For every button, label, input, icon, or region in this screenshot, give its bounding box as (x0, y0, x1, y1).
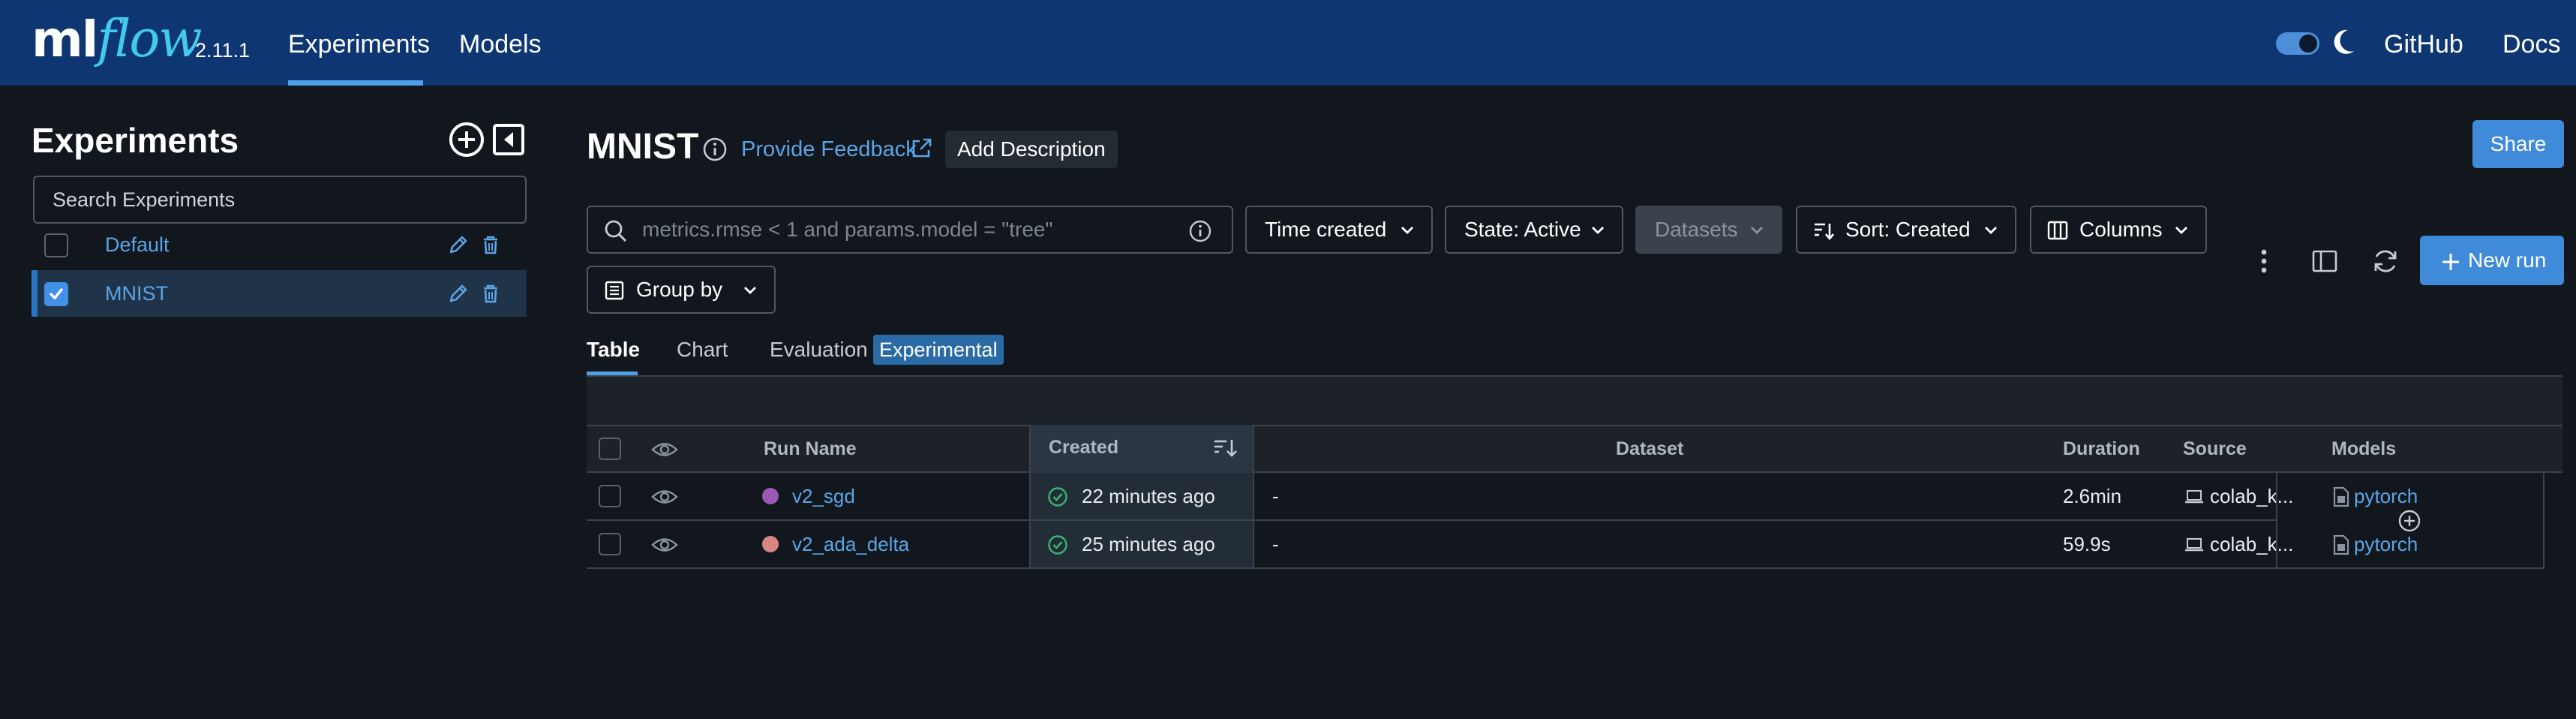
trash-icon[interactable] (480, 233, 501, 256)
table-row[interactable]: v2_sgd 22 minutes ago - 2.6min colab_k..… (587, 473, 2418, 521)
more-options-icon[interactable] (2255, 246, 2273, 276)
table-header-row: Run Name Dataset Duration Source Models (587, 425, 2562, 473)
run-color-dot[interactable] (762, 536, 779, 552)
sort-dropdown[interactable]: Sort: Created (1796, 206, 2016, 254)
duration-cell: 59.9s (2063, 533, 2111, 555)
logo-flow-text: flow (97, 10, 202, 69)
state-dropdown[interactable]: State: Active (1445, 206, 1623, 254)
nav-github[interactable]: GitHub (2384, 0, 2463, 86)
experiment-label[interactable]: Default (105, 221, 170, 268)
nav-experiments[interactable]: Experiments (288, 0, 430, 86)
add-experiment-icon[interactable] (449, 122, 485, 158)
check-circle-icon (1048, 535, 1067, 555)
sort-label: Sort: Created (1845, 218, 1971, 241)
created-header[interactable]: Created (1049, 425, 1118, 470)
dataset-cell: - (1272, 485, 1279, 507)
filter-input[interactable] (642, 207, 1160, 252)
new-run-label: New run (2468, 248, 2547, 272)
chevron-down-icon (1751, 227, 1763, 234)
select-all-checkbox[interactable] (599, 438, 621, 460)
eye-icon[interactable] (651, 535, 678, 555)
eye-icon[interactable] (651, 440, 678, 459)
sidebar-item-mnist[interactable]: MNIST (32, 270, 527, 317)
tab-evaluation[interactable]: Evaluation (770, 330, 868, 375)
search-icon (605, 220, 627, 242)
add-description-button[interactable]: Add Description (945, 131, 1118, 168)
theme-toggle[interactable] (2276, 32, 2319, 55)
laptop-icon (2185, 490, 2203, 504)
check-circle-icon (1048, 487, 1067, 507)
time-created-dropdown[interactable]: Time created (1245, 206, 1433, 254)
run-name-link[interactable]: v2_ada_delta (792, 521, 909, 567)
table-top-strip (587, 375, 2562, 425)
created-cell: 22 minutes ago (1082, 485, 1215, 507)
dataset-cell: - (1272, 533, 1279, 555)
source-header[interactable]: Source (2183, 426, 2247, 471)
run-name-header[interactable]: Run Name (764, 426, 857, 471)
eye-icon[interactable] (651, 487, 678, 507)
nav-docs[interactable]: Docs (2502, 0, 2560, 86)
duration-cell: 2.6min (2063, 485, 2122, 507)
tab-chart[interactable]: Chart (677, 330, 728, 375)
new-run-button[interactable]: New run (2420, 236, 2564, 285)
row-checkbox[interactable] (599, 533, 621, 555)
duration-header[interactable]: Duration (2063, 426, 2140, 471)
chevron-down-icon (1592, 227, 1604, 234)
page-title: MNIST (587, 127, 699, 167)
row-checkbox[interactable] (599, 485, 621, 507)
pencil-icon[interactable] (447, 233, 470, 256)
plus-icon (2442, 254, 2459, 270)
refresh-icon[interactable] (2370, 246, 2400, 276)
created-cell: 25 minutes ago (1082, 533, 1215, 555)
columns-label: Columns (2079, 218, 2163, 241)
pencil-icon[interactable] (447, 282, 470, 305)
chevron-down-icon (1401, 227, 1413, 234)
experimental-badge: Experimental (873, 335, 1004, 365)
moon-icon (2334, 29, 2354, 54)
trash-icon[interactable] (480, 282, 501, 305)
dataset-header[interactable]: Dataset (1616, 426, 1683, 471)
time-created-label: Time created (1265, 218, 1387, 241)
experiment-checkbox[interactable] (44, 282, 68, 306)
group-by-dropdown[interactable]: Group by (587, 266, 776, 314)
external-link-icon[interactable] (909, 137, 933, 161)
columns-dropdown[interactable]: Columns (2030, 206, 2207, 254)
run-filter-search[interactable] (587, 206, 1233, 254)
run-color-dot[interactable] (762, 488, 779, 504)
datasets-dropdown: Datasets (1635, 206, 1782, 254)
collapse-sidebar-icon[interactable] (492, 123, 525, 156)
state-label: State: Active (1464, 218, 1581, 241)
sort-descending-icon[interactable] (1212, 435, 1238, 459)
run-name-link[interactable]: v2_sgd (792, 473, 855, 519)
experiment-label[interactable]: MNIST (105, 270, 168, 317)
version-label: 2.11.1 (195, 39, 251, 62)
provide-feedback-link[interactable]: Provide Feedback (741, 135, 917, 164)
top-header: ml flow 2.11.1 Experiments Models GitHub … (0, 0, 2576, 86)
side-panel-icon[interactable] (2310, 248, 2339, 275)
nav-models[interactable]: Models (459, 0, 542, 86)
sidebar-title: Experiments (32, 121, 239, 160)
checkmark-icon (50, 288, 63, 299)
mlflow-logo[interactable]: ml flow (32, 6, 202, 74)
add-column-icon[interactable] (2397, 509, 2421, 533)
search-experiments-input[interactable] (33, 176, 527, 224)
models-header[interactable]: Models (2331, 426, 2396, 471)
columns-icon (2047, 221, 2068, 240)
sidebar-item-default[interactable]: Default (32, 221, 527, 268)
tab-table[interactable]: Table (587, 330, 640, 375)
datasets-label: Datasets (1655, 218, 1738, 241)
table-row[interactable]: v2_ada_delta 25 minutes ago - 59.9s cola… (587, 521, 2418, 569)
info-icon[interactable] (1188, 219, 1212, 243)
group-by-label: Group by (636, 278, 723, 301)
logo-ml-text: ml (32, 11, 98, 68)
laptop-icon (2185, 538, 2203, 552)
group-by-icon (605, 281, 624, 300)
sort-icon (1815, 223, 1834, 241)
chevron-down-icon (1985, 227, 1997, 234)
info-icon[interactable] (702, 137, 728, 162)
chevron-down-icon (744, 287, 756, 294)
share-button[interactable]: Share (2472, 120, 2564, 168)
chevron-down-icon (2175, 227, 2187, 234)
experiment-checkbox[interactable] (44, 233, 68, 257)
